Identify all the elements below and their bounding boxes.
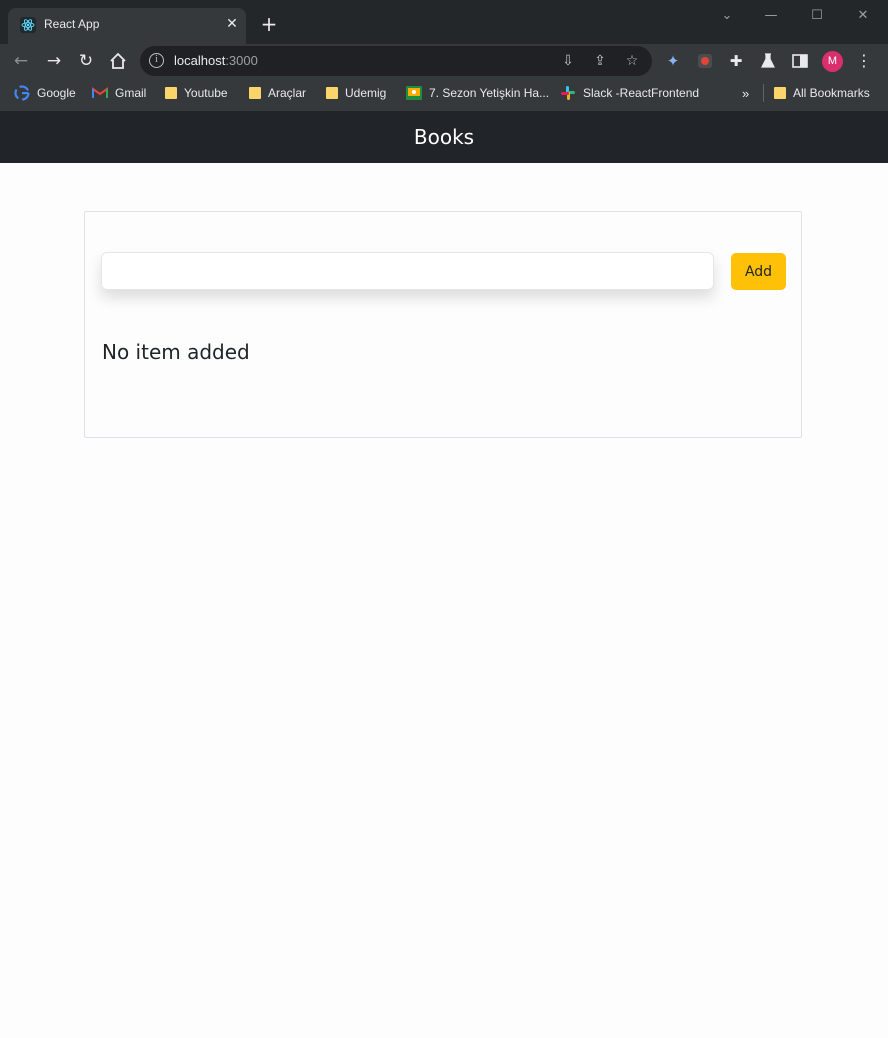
extensions-puzzle-icon[interactable]: ✚ — [725, 50, 747, 72]
empty-state-message: No item added — [102, 340, 250, 364]
bookmark-udemig[interactable]: Udemig — [326, 84, 386, 102]
bookmark-slack[interactable]: Slack -ReactFrontend — [560, 84, 699, 102]
bookmark-star-icon[interactable]: ☆ — [622, 51, 642, 71]
react-icon — [20, 17, 36, 33]
tab-title: React App — [44, 17, 100, 31]
url-text[interactable]: localhost:3000 — [174, 53, 258, 68]
browser-tab[interactable]: React App ✕ — [8, 8, 246, 44]
bookmarks-overflow-icon[interactable]: » — [742, 84, 749, 102]
folder-icon — [326, 87, 338, 99]
page-title: Books — [413, 125, 475, 149]
site-info-icon[interactable]: i — [149, 53, 164, 68]
address-bar[interactable]: i localhost:3000 ⇩ ⇪ ☆ — [140, 46, 652, 76]
menu-kebab-icon[interactable]: ⋮ — [853, 50, 875, 72]
bookmarks-divider — [763, 84, 764, 102]
bookmark-gmail[interactable]: Gmail — [92, 84, 146, 102]
home-icon[interactable] — [107, 50, 129, 72]
google-icon — [14, 85, 30, 101]
forward-icon[interactable]: → — [43, 50, 65, 72]
app-header: Books — [0, 111, 888, 163]
folder-icon — [165, 87, 177, 99]
bookmark-google[interactable]: Google — [14, 84, 76, 102]
tab-strip: React App ✕ + ⌄ — ☐ ✕ — [0, 0, 888, 44]
close-tab-icon[interactable]: ✕ — [224, 16, 240, 32]
bookmark-youtube[interactable]: Youtube — [165, 84, 228, 102]
book-input[interactable] — [101, 252, 714, 290]
sparkle-extension-icon[interactable]: ✦ — [662, 50, 684, 72]
add-button[interactable]: Add — [731, 253, 786, 290]
install-app-icon[interactable]: ⇩ — [558, 51, 578, 71]
classroom-icon — [406, 86, 422, 100]
folder-icon — [249, 87, 261, 99]
bookmark-araclar[interactable]: Araçlar — [249, 84, 306, 102]
all-bookmarks[interactable]: All Bookmarks — [774, 84, 870, 102]
close-window-icon[interactable]: ✕ — [852, 6, 874, 26]
reload-icon[interactable]: ↻ — [75, 50, 97, 72]
tab-search-icon[interactable]: ⌄ — [716, 6, 738, 26]
browser-chrome: React App ✕ + ⌄ — ☐ ✕ ← → ↻ i localhost:… — [0, 0, 888, 111]
maximize-icon[interactable]: ☐ — [806, 6, 828, 26]
labs-flask-icon[interactable] — [757, 50, 779, 72]
share-icon[interactable]: ⇪ — [590, 51, 610, 71]
profile-avatar[interactable]: M — [822, 51, 843, 72]
folder-icon — [774, 87, 786, 99]
gmail-icon — [92, 87, 108, 98]
books-card: Add No item added — [84, 211, 802, 438]
bookmark-classroom[interactable]: 7. Sezon Yetişkin Ha... — [406, 84, 549, 102]
minimize-icon[interactable]: — — [760, 6, 782, 26]
record-extension-icon[interactable] — [694, 50, 716, 72]
back-icon[interactable]: ← — [10, 50, 32, 72]
side-panel-icon[interactable] — [789, 50, 811, 72]
new-tab-icon[interactable]: + — [258, 14, 280, 36]
slack-icon — [561, 86, 575, 100]
